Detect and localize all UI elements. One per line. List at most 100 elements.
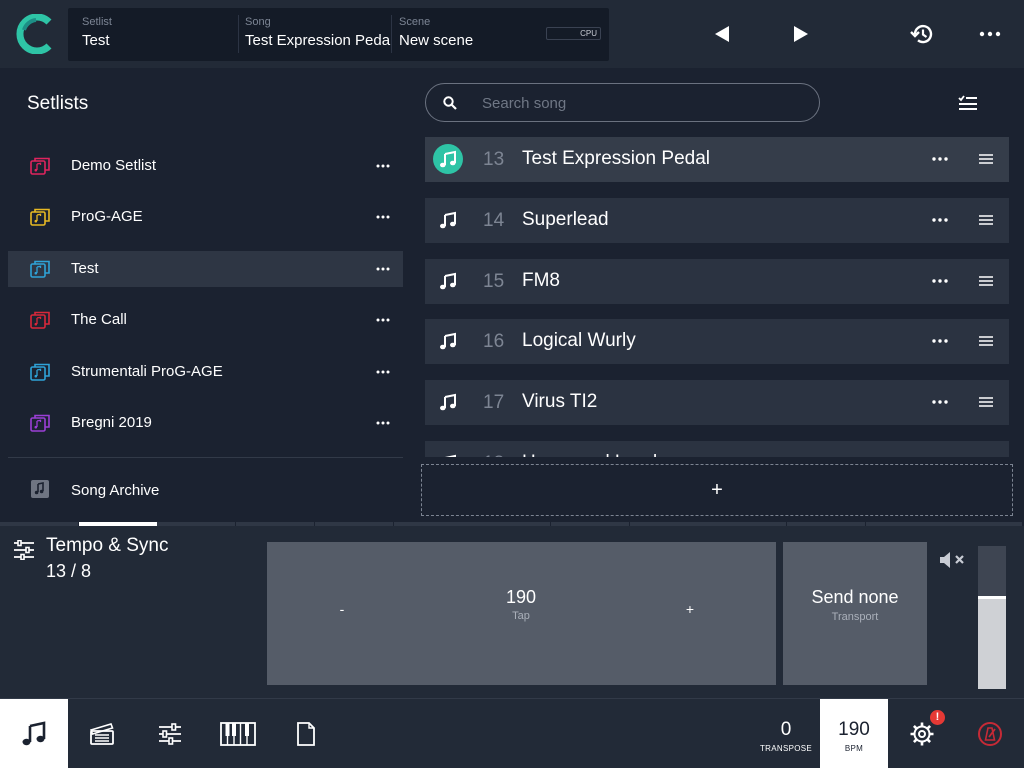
song-icon [433,266,463,296]
drag-handle-icon [979,154,993,164]
drag-handle-icon [979,397,993,407]
app-logo-icon[interactable] [16,14,54,54]
setlist-more-button[interactable] [373,156,393,176]
song-row[interactable]: 17 Virus TI2 [425,380,1009,426]
setlist-icon [30,157,50,175]
setlist-item[interactable]: The Call [8,302,403,338]
scene-label: Scene [399,16,431,28]
tap-button[interactable]: 190 Tap [471,587,571,622]
tempo-decrease-button[interactable]: - [327,601,357,625]
setlist-item[interactable]: Demo Setlist [8,148,403,184]
play-icon [794,26,808,42]
list-edit-button[interactable] [952,88,984,118]
setlists-panel: Setlists Demo Setlist ProG-AGE Test The Cal… [0,68,410,522]
nav-songs[interactable] [0,699,68,768]
transport-button[interactable]: Send none Transport [783,542,927,685]
history-button[interactable] [902,14,942,54]
nav-keyboard[interactable] [204,699,272,768]
song-info-box[interactable]: Setlist Test Song Test Expression Pedal … [68,8,609,61]
song-label: Song [245,16,271,28]
song-number: 13 [483,149,505,170]
setlist-cell[interactable]: Setlist Test [82,8,242,61]
song-cell[interactable]: Song Test Expression Pedal [245,8,391,61]
song-more-button[interactable] [928,453,952,457]
setlist-more-button[interactable] [373,207,393,227]
setlist-item[interactable]: Test [8,251,403,287]
transpose-control[interactable]: 0 TRANSPOSE [752,699,820,768]
song-drag-handle[interactable] [976,453,996,457]
song-row[interactable]: 16 Logical Wurly [425,319,1009,365]
nav-scenes[interactable] [68,699,136,768]
song-drag-handle[interactable] [976,331,996,351]
song-drag-handle[interactable] [976,392,996,412]
mute-icon[interactable] [939,550,967,570]
song-more-button[interactable] [928,331,952,351]
add-song-button[interactable]: + [421,464,1013,516]
metronome-button[interactable] [956,699,1024,768]
setlist-more-button[interactable] [373,310,393,330]
song-icon [433,144,463,174]
song-more-button[interactable] [928,392,952,412]
setlist-more-button[interactable] [373,413,393,433]
music-note-icon [440,333,456,350]
settings-button[interactable] [888,699,956,768]
bpm-control[interactable]: 190 BPM [820,699,888,768]
transport-label: Transport [831,611,879,623]
more-icon [376,421,390,425]
song-drag-handle[interactable] [976,271,996,291]
setlist-label: Demo Setlist [71,157,157,174]
nav-mixer[interactable] [136,699,204,768]
setlist-label: Test [71,260,99,277]
more-icon [932,278,948,283]
transpose-label: TRANSPOSE [759,744,813,753]
add-label: + [711,478,723,501]
song-more-button[interactable] [928,149,952,169]
song-more-button[interactable] [928,271,952,291]
song-drag-handle[interactable] [976,210,996,230]
song-number: 18 [483,453,504,457]
drag-handle-icon [979,214,993,225]
more-icon [932,157,948,161]
search-icon [443,96,457,110]
transport-value: Send none [811,587,899,607]
setlist-item[interactable]: ProG-AGE [8,199,403,235]
search-bar[interactable] [425,83,820,122]
more-icon [932,400,948,404]
song-row[interactable]: 18 Hammond Lead [425,441,1009,457]
bpm-label: BPM [844,744,864,753]
drag-handle-icon [979,275,993,286]
volume-meter[interactable] [978,546,1006,689]
song-row[interactable]: 14 Superlead [425,197,1009,243]
setlist-label: Setlist [82,16,112,28]
song-row[interactable]: 15 FM8 [425,258,1009,304]
tempo-increase-button[interactable]: + [675,601,705,625]
setlist-more-button[interactable] [373,259,393,279]
prev-button[interactable] [702,14,742,54]
play-button[interactable] [781,14,821,54]
song-icon [433,326,463,356]
music-note-icon [444,454,456,457]
song-title: Hammond Lead [522,452,657,457]
more-icon [932,218,948,222]
setlist-item[interactable]: Strumentali ProG-AGE [8,354,403,390]
tap-tempo-block[interactable]: - 190 Tap + [267,542,776,685]
song-archive-item[interactable]: Song Archive [8,472,403,508]
song-drag-handle[interactable] [976,149,996,169]
song-row[interactable]: 13 Test Expression Pedal [425,137,1009,182]
music-note-icon [440,150,456,168]
more-menu-button[interactable] [970,14,1010,54]
clapperboard-icon [89,723,114,745]
music-note-icon [440,211,456,229]
nav-notes[interactable] [272,699,340,768]
song-number: 15 [483,270,505,292]
setlist-value: Test [82,32,110,49]
setlist-item[interactable]: Bregni 2019 [8,405,403,441]
tempo-settings-icon[interactable] [13,540,35,560]
info-divider [238,15,239,53]
search-input[interactable] [482,92,802,114]
info-divider [391,15,392,53]
song-more-button[interactable] [928,210,952,230]
setlist-icon [30,260,50,278]
setlist-more-button[interactable] [373,362,393,382]
scene-cell[interactable]: Scene New scene [399,8,539,61]
